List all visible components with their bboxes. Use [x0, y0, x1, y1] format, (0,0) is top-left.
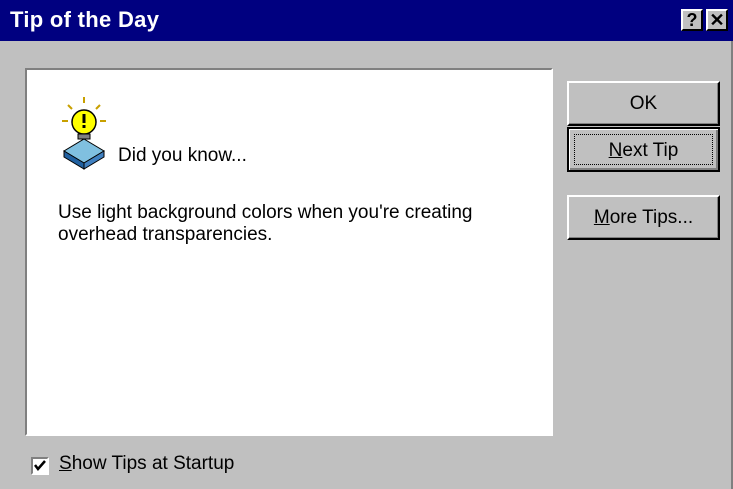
focus-rectangle: Next Tip [574, 134, 713, 165]
show-tips-checkbox[interactable] [31, 457, 49, 475]
ok-button[interactable]: OK [567, 81, 720, 126]
more-tips-mnemonic: M [593, 207, 610, 228]
next-tip-label: ext Tip [622, 140, 679, 161]
title-bar[interactable]: Tip of the Day ? ✕ [0, 0, 733, 41]
close-icon: ✕ [709, 10, 725, 30]
checkmark-icon [34, 460, 46, 471]
more-tips-button[interactable]: More Tips... [567, 195, 720, 240]
close-button[interactable]: ✕ [706, 9, 728, 31]
show-tips-mnemonic: S [59, 453, 72, 474]
show-tips-label[interactable]: Show Tips at Startup [59, 453, 234, 475]
dialog-title: Tip of the Day [10, 7, 160, 32]
next-tip-mnemonic: N [608, 140, 623, 161]
help-button[interactable]: ? [681, 9, 703, 31]
show-tips-label-text: how Tips at Startup [71, 453, 235, 474]
help-icon: ? [686, 10, 698, 30]
tip-text: Use light background colors when you're … [58, 202, 473, 245]
tip-of-the-day-dialog: Tip of the Day ? ✕ Did you know... Use l… [0, 0, 733, 489]
ok-button-label: OK [629, 93, 658, 114]
next-tip-button[interactable]: Next Tip [567, 127, 720, 172]
more-tips-label: ore Tips... [609, 207, 694, 228]
lightbulb-icon [62, 97, 106, 170]
tip-header: Did you know... [118, 145, 247, 166]
